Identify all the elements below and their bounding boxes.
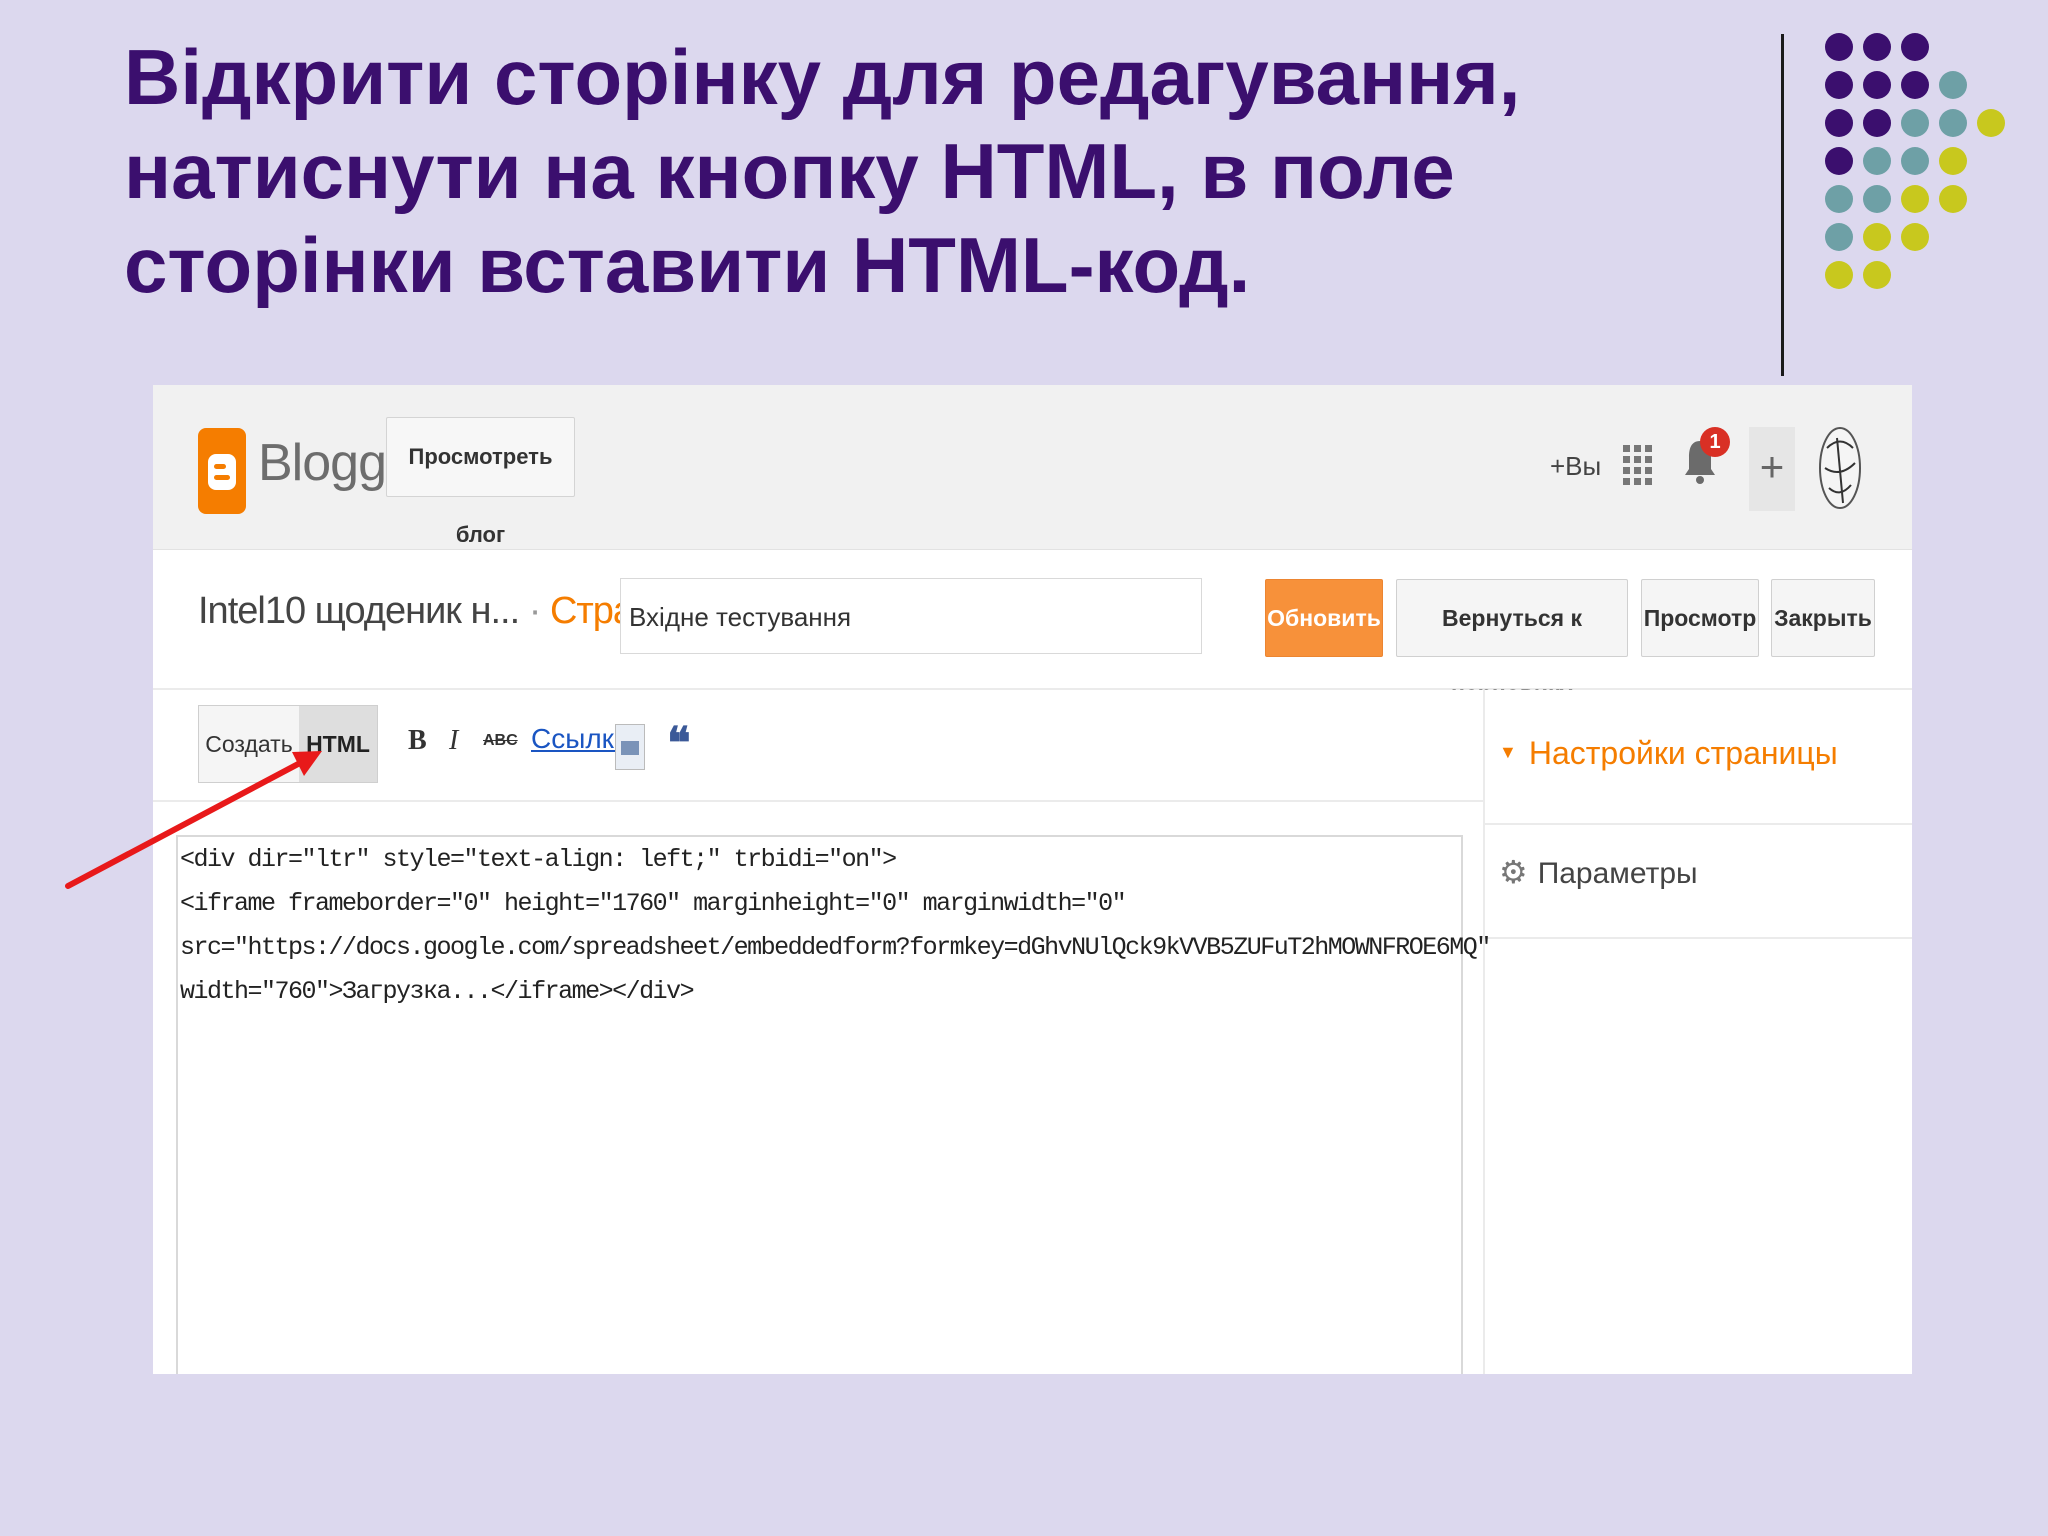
red-arrow-icon [65, 751, 322, 889]
